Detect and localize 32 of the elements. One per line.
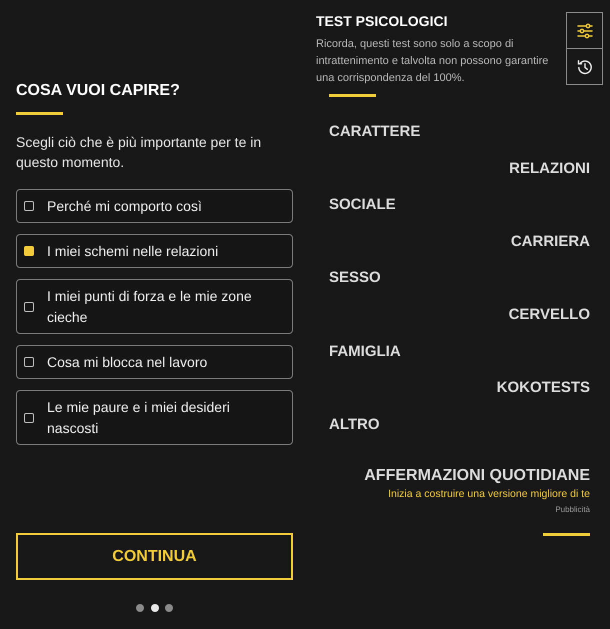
answer-option[interactable]: Cosa mi blocca nel lavoro bbox=[16, 345, 293, 379]
category-link[interactable]: CERVELLO bbox=[508, 296, 590, 334]
question-subtitle: Scegli ciò che è più importante per te in questo momento. bbox=[16, 133, 262, 172]
category-link[interactable]: CARRIERA bbox=[510, 224, 590, 260]
checkbox[interactable] bbox=[24, 302, 34, 312]
category-link[interactable]: CARATTERE bbox=[329, 114, 420, 151]
checkbox[interactable] bbox=[24, 412, 34, 422]
page-dot[interactable] bbox=[165, 604, 173, 612]
section-title: TEST PSICOLOGICI bbox=[316, 12, 448, 30]
checkbox[interactable] bbox=[24, 357, 34, 367]
category-link[interactable]: KOKOTESTS bbox=[496, 370, 590, 407]
category-link[interactable]: FAMIGLIA bbox=[329, 334, 401, 370]
history-button[interactable] bbox=[566, 48, 603, 85]
ad-label: Pubblicità bbox=[555, 504, 590, 515]
filter-button[interactable] bbox=[566, 12, 603, 49]
category-link[interactable]: SESSO bbox=[329, 260, 381, 297]
category-link[interactable]: SOCIALE bbox=[329, 187, 396, 224]
page-dot[interactable] bbox=[136, 604, 144, 612]
question-title: COSA VUOI CAPIRE? bbox=[16, 81, 181, 101]
ad-title[interactable]: AFFERMAZIONI QUOTIDIANE bbox=[364, 466, 590, 486]
page-dot[interactable] bbox=[150, 604, 158, 612]
answer-option[interactable]: Perché mi comporto così bbox=[16, 189, 293, 223]
answer-option[interactable]: I miei schemi nelle relazioni bbox=[16, 234, 293, 268]
ad-tagline: Inizia a costruire una versione migliore di te bbox=[388, 486, 590, 502]
category-link[interactable]: RELAZIONI bbox=[509, 150, 590, 188]
continue-button[interactable]: CONTINUA bbox=[16, 533, 293, 580]
answer-option[interactable]: Le mie paure e i miei desideri nascosti bbox=[16, 390, 293, 445]
checkbox[interactable] bbox=[24, 201, 34, 211]
checkbox[interactable] bbox=[24, 246, 34, 256]
category-link[interactable]: ALTRO bbox=[329, 406, 380, 444]
answer-option[interactable]: I miei punti di forza e le mie zone cieche bbox=[16, 279, 293, 334]
disclaimer-text: Ricorda, questi test sono solo a scopo di intrattenimento e talvolta non possono garantire una corrispondenza del 100%. bbox=[316, 37, 550, 86]
